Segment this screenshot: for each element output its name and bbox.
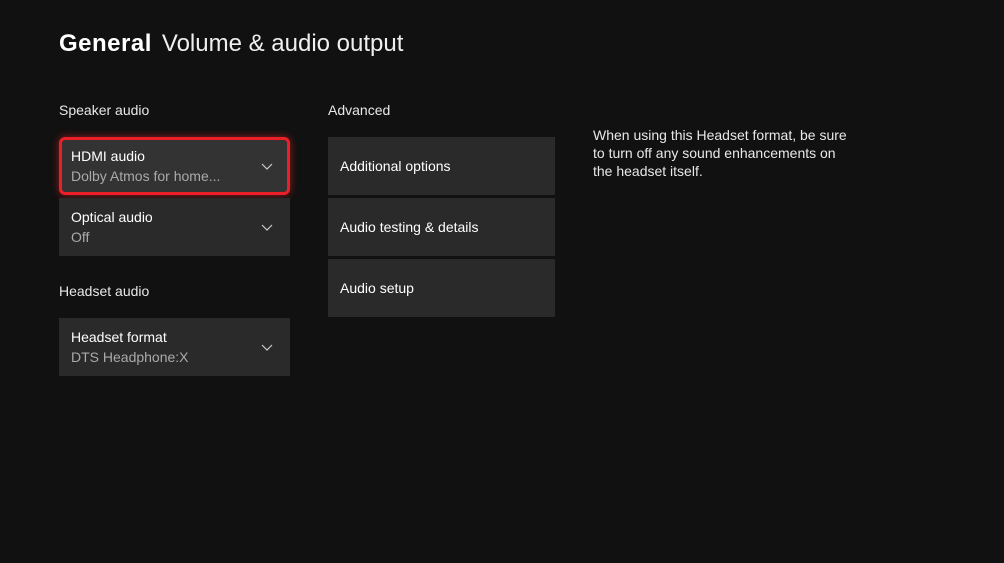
headset-format-title: Headset format <box>71 328 189 346</box>
page-title: General Volume & audio output <box>0 0 1004 58</box>
chevron-down-icon <box>260 340 274 354</box>
optical-audio-dropdown[interactable]: Optical audio Off <box>59 198 290 256</box>
additional-options-button[interactable]: Additional options <box>328 137 555 195</box>
additional-options-label: Additional options <box>340 158 451 174</box>
hdmi-audio-value: Dolby Atmos for home... <box>71 167 220 185</box>
hdmi-audio-dropdown[interactable]: HDMI audio Dolby Atmos for home... <box>59 137 290 195</box>
advanced-label: Advanced <box>328 102 555 118</box>
chevron-down-icon <box>260 220 274 234</box>
optical-audio-title: Optical audio <box>71 208 153 226</box>
hdmi-audio-title: HDMI audio <box>71 147 220 165</box>
audio-setup-label: Audio setup <box>340 280 414 296</box>
headset-format-value: DTS Headphone:X <box>71 348 189 366</box>
audio-testing-button[interactable]: Audio testing & details <box>328 198 555 256</box>
title-subtitle: Volume & audio output <box>162 30 404 58</box>
title-general: General <box>59 30 152 58</box>
chevron-down-icon <box>260 159 274 173</box>
headset-audio-label: Headset audio <box>59 283 290 299</box>
optical-audio-value: Off <box>71 228 153 246</box>
headset-format-dropdown[interactable]: Headset format DTS Headphone:X <box>59 318 290 376</box>
audio-testing-label: Audio testing & details <box>340 219 479 235</box>
speaker-audio-label: Speaker audio <box>59 102 290 118</box>
help-text: When using this Headset format, be sure … <box>593 126 853 181</box>
audio-setup-button[interactable]: Audio setup <box>328 259 555 317</box>
